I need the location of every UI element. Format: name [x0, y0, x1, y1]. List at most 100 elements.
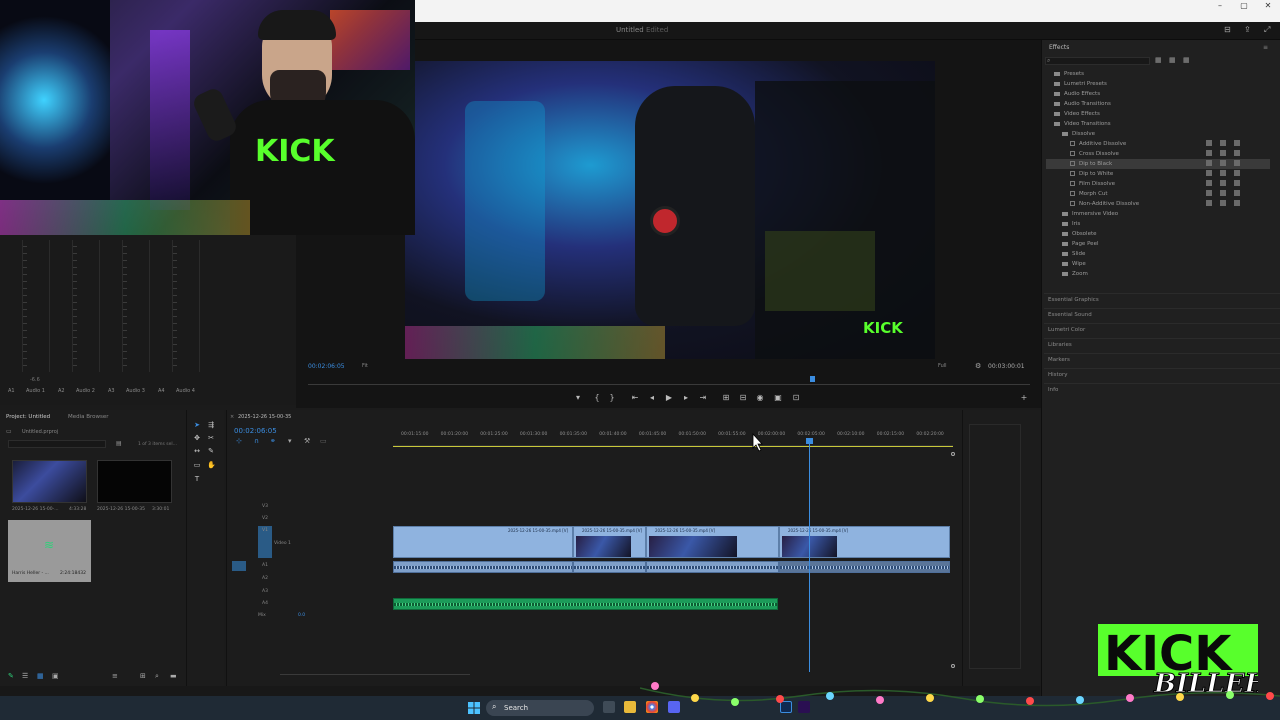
yuv-filter-icon[interactable]: ▦: [1183, 56, 1190, 64]
new-bin-icon[interactable]: ▤: [116, 440, 122, 447]
effect-item[interactable]: Cross Dissolve: [1046, 149, 1270, 159]
track-header-v1[interactable]: V1: [248, 528, 388, 538]
effect-item[interactable]: Morph Cut: [1046, 189, 1270, 199]
slip-icon[interactable]: ↔: [193, 447, 201, 455]
project-search-input[interactable]: [8, 440, 106, 448]
captions-icon[interactable]: ▭: [320, 437, 327, 445]
play-icon[interactable]: ▶: [664, 393, 674, 403]
panel-info[interactable]: Info: [1048, 387, 1058, 393]
monitor-scrub-bar[interactable]: [308, 384, 1030, 385]
effects-folder[interactable]: Dissolve: [1046, 129, 1270, 139]
a1-source-patch[interactable]: [232, 561, 246, 571]
find-icon[interactable]: ⌕: [155, 672, 159, 681]
track-header-a4[interactable]: A4: [248, 601, 388, 611]
ripple-edit-icon[interactable]: ✥: [193, 434, 201, 442]
track-header-v2[interactable]: V2: [248, 516, 388, 526]
video-clip[interactable]: 2025-12-26 15-00-35.mp4 [V]: [779, 526, 950, 558]
pen-icon[interactable]: ✎: [207, 447, 215, 455]
program-video-frame[interactable]: KICK: [405, 61, 935, 359]
resolution-select[interactable]: Full: [938, 363, 947, 369]
project-item-thumbnail[interactable]: [97, 460, 172, 503]
panel-markers[interactable]: Markers: [1048, 357, 1070, 363]
wrench-icon[interactable]: ⚙: [975, 362, 981, 370]
maximize-icon[interactable]: ▢: [1232, 0, 1256, 12]
step-forward-icon[interactable]: ▸: [681, 393, 691, 403]
effects-folder[interactable]: Wipe: [1046, 259, 1270, 269]
linked-selection-icon[interactable]: ⚭: [270, 437, 276, 445]
work-area-bar[interactable]: [393, 446, 953, 447]
new-item-icon[interactable]: ▬: [170, 672, 177, 680]
icon-view-icon[interactable]: ▦: [37, 672, 44, 680]
zoom-select[interactable]: Fit: [362, 363, 368, 369]
accelerated-filter-icon[interactable]: ▦: [1155, 56, 1162, 64]
32bit-filter-icon[interactable]: ▦: [1169, 56, 1176, 64]
track-header-mix[interactable]: Mix 0.0: [248, 613, 388, 623]
add-marker-icon[interactable]: ▾: [573, 393, 583, 403]
panel-menu-icon[interactable]: ≡: [1263, 44, 1268, 51]
effects-folder[interactable]: Iris: [1046, 219, 1270, 229]
wrench-icon[interactable]: ⚒: [304, 437, 310, 445]
rectangle-icon[interactable]: ▭: [193, 461, 201, 469]
video-clip[interactable]: 2025-12-26 15-00-35.mp4 [V]: [646, 526, 779, 558]
timeline-zoom-scroll[interactable]: [280, 674, 470, 675]
share-icon[interactable]: ⇪: [1244, 26, 1254, 34]
workspace-icon[interactable]: ⊟: [1224, 26, 1234, 34]
file-explorer-icon[interactable]: [624, 701, 636, 713]
effects-panel-title[interactable]: Effects: [1049, 44, 1069, 51]
automate-icon[interactable]: ⊞: [140, 672, 146, 680]
task-view-icon[interactable]: [603, 701, 615, 713]
effects-folder[interactable]: Immersive Video: [1046, 209, 1270, 219]
effect-item[interactable]: Dip to White: [1046, 169, 1270, 179]
go-to-out-icon[interactable]: ⇥: [698, 393, 708, 403]
close-icon[interactable]: ✕: [1256, 0, 1280, 12]
step-back-icon[interactable]: ◂: [647, 393, 657, 403]
effect-item[interactable]: Non-Additive Dissolve: [1046, 199, 1270, 209]
overwrite-icon[interactable]: ⊟: [738, 393, 748, 403]
effects-folder[interactable]: Video Effects: [1046, 109, 1270, 119]
effects-folder[interactable]: Audio Transitions: [1046, 99, 1270, 109]
settings-icon[interactable]: ⊡: [791, 393, 801, 403]
add-button-icon[interactable]: +: [1019, 393, 1029, 403]
effects-folder[interactable]: Obsolete: [1046, 229, 1270, 239]
effects-folder[interactable]: Page Peel: [1046, 239, 1270, 249]
effects-folder[interactable]: Presets: [1046, 69, 1270, 79]
audio-clip[interactable]: [573, 561, 646, 573]
project-item-thumbnail[interactable]: [12, 460, 87, 503]
effects-folder[interactable]: Zoom: [1046, 269, 1270, 279]
timeline-ruler[interactable]: [393, 428, 953, 446]
panel-essential-sound[interactable]: Essential Sound: [1048, 312, 1092, 318]
freeform-view-icon[interactable]: ▣: [52, 672, 59, 680]
insert-icon[interactable]: ⊞: [721, 393, 731, 403]
export-frame-icon[interactable]: ◉: [755, 393, 765, 403]
track-select-icon[interactable]: ⇶: [207, 421, 215, 429]
video-clip[interactable]: 2025-12-26 15-00-35.mp4 [V]: [393, 526, 573, 558]
taskbar-search[interactable]: Search: [486, 700, 594, 716]
windows-start-icon[interactable]: [468, 702, 480, 714]
effects-folder[interactable]: Lumetri Presets: [1046, 79, 1270, 89]
tab-media-browser[interactable]: Media Browser: [68, 414, 109, 420]
audio-clip[interactable]: [779, 561, 950, 573]
selection-tool-icon[interactable]: ➤: [193, 421, 201, 429]
track-header-a3[interactable]: A3: [248, 589, 388, 599]
effect-item[interactable]: Additive Dissolve: [1046, 139, 1270, 149]
timeline-playhead[interactable]: [809, 440, 810, 672]
list-view-icon[interactable]: ☰: [22, 672, 28, 680]
add-marker-icon[interactable]: ▾: [288, 437, 292, 445]
comparison-icon[interactable]: ▣: [773, 393, 783, 403]
tab-project[interactable]: Project: Untitled: [6, 414, 50, 420]
type-icon[interactable]: T: [193, 475, 201, 483]
fullscreen-icon[interactable]: ⤢: [1264, 26, 1274, 34]
pen-tool-icon[interactable]: ✎: [8, 672, 14, 680]
hand-icon[interactable]: ✋: [207, 461, 216, 469]
effects-folder[interactable]: Video Transitions: [1046, 119, 1270, 129]
track-header-v3[interactable]: V3: [248, 504, 388, 514]
effects-folder[interactable]: Audio Effects: [1046, 89, 1270, 99]
audio-clip[interactable]: [646, 561, 779, 573]
minimize-icon[interactable]: –: [1208, 0, 1232, 12]
mark-in-icon[interactable]: {: [592, 393, 602, 403]
timeline-timecode[interactable]: 00:02:06:05: [234, 427, 277, 435]
track-header-a2[interactable]: A2: [248, 576, 388, 586]
effect-item[interactable]: Film Dissolve: [1046, 179, 1270, 189]
razor-icon[interactable]: ✂: [207, 434, 215, 442]
mark-out-icon[interactable]: }: [607, 393, 617, 403]
